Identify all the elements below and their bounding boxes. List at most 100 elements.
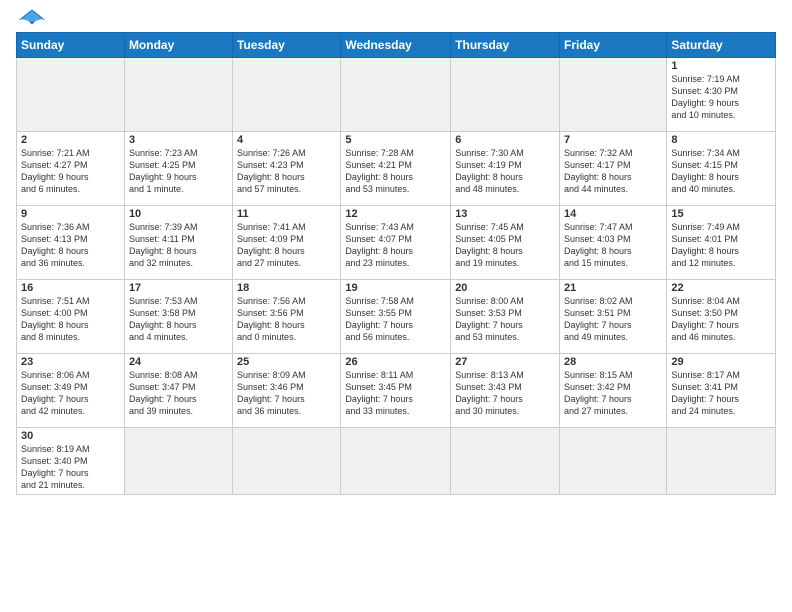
day-info: Sunrise: 7:19 AM Sunset: 4:30 PM Dayligh… [671, 73, 771, 122]
calendar-cell [560, 58, 667, 132]
day-number: 24 [129, 356, 228, 368]
day-number: 14 [564, 208, 662, 220]
day-info: Sunrise: 7:43 AM Sunset: 4:07 PM Dayligh… [345, 221, 446, 270]
calendar-cell: 13Sunrise: 7:45 AM Sunset: 4:05 PM Dayli… [451, 206, 560, 280]
day-number: 16 [21, 282, 120, 294]
day-info: Sunrise: 8:17 AM Sunset: 3:41 PM Dayligh… [671, 369, 771, 418]
day-number: 5 [345, 134, 446, 146]
day-info: Sunrise: 8:15 AM Sunset: 3:42 PM Dayligh… [564, 369, 662, 418]
calendar-cell: 18Sunrise: 7:56 AM Sunset: 3:56 PM Dayli… [233, 280, 341, 354]
day-number: 15 [671, 208, 771, 220]
day-info: Sunrise: 7:47 AM Sunset: 4:03 PM Dayligh… [564, 221, 662, 270]
day-number: 19 [345, 282, 446, 294]
day-info: Sunrise: 8:11 AM Sunset: 3:45 PM Dayligh… [345, 369, 446, 418]
calendar-cell: 3Sunrise: 7:23 AM Sunset: 4:25 PM Daylig… [124, 132, 232, 206]
calendar-cell: 6Sunrise: 7:30 AM Sunset: 4:19 PM Daylig… [451, 132, 560, 206]
weekday-header-friday: Friday [560, 33, 667, 58]
day-info: Sunrise: 7:45 AM Sunset: 4:05 PM Dayligh… [455, 221, 555, 270]
day-info: Sunrise: 7:41 AM Sunset: 4:09 PM Dayligh… [237, 221, 336, 270]
day-number: 9 [21, 208, 120, 220]
day-number: 26 [345, 356, 446, 368]
day-number: 20 [455, 282, 555, 294]
weekday-header-wednesday: Wednesday [341, 33, 451, 58]
calendar-header-row: SundayMondayTuesdayWednesdayThursdayFrid… [17, 33, 776, 58]
day-info: Sunrise: 7:49 AM Sunset: 4:01 PM Dayligh… [671, 221, 771, 270]
calendar-cell [17, 58, 125, 132]
calendar-cell: 1Sunrise: 7:19 AM Sunset: 4:30 PM Daylig… [667, 58, 776, 132]
day-info: Sunrise: 7:32 AM Sunset: 4:17 PM Dayligh… [564, 147, 662, 196]
calendar-cell: 19Sunrise: 7:58 AM Sunset: 3:55 PM Dayli… [341, 280, 451, 354]
day-number: 17 [129, 282, 228, 294]
calendar-cell [341, 58, 451, 132]
calendar-cell: 26Sunrise: 8:11 AM Sunset: 3:45 PM Dayli… [341, 354, 451, 428]
day-number: 12 [345, 208, 446, 220]
calendar-cell: 25Sunrise: 8:09 AM Sunset: 3:46 PM Dayli… [233, 354, 341, 428]
calendar-cell: 2Sunrise: 7:21 AM Sunset: 4:27 PM Daylig… [17, 132, 125, 206]
day-info: Sunrise: 7:26 AM Sunset: 4:23 PM Dayligh… [237, 147, 336, 196]
day-number: 21 [564, 282, 662, 294]
calendar-cell: 23Sunrise: 8:06 AM Sunset: 3:49 PM Dayli… [17, 354, 125, 428]
calendar-week-2: 2Sunrise: 7:21 AM Sunset: 4:27 PM Daylig… [17, 132, 776, 206]
day-number: 2 [21, 134, 120, 146]
weekday-header-saturday: Saturday [667, 33, 776, 58]
day-info: Sunrise: 8:04 AM Sunset: 3:50 PM Dayligh… [671, 295, 771, 344]
day-number: 28 [564, 356, 662, 368]
calendar-cell: 5Sunrise: 7:28 AM Sunset: 4:21 PM Daylig… [341, 132, 451, 206]
calendar-cell [233, 58, 341, 132]
day-number: 29 [671, 356, 771, 368]
calendar-cell: 15Sunrise: 7:49 AM Sunset: 4:01 PM Dayli… [667, 206, 776, 280]
calendar-cell [341, 428, 451, 495]
day-number: 13 [455, 208, 555, 220]
calendar-week-6: 30Sunrise: 8:19 AM Sunset: 3:40 PM Dayli… [17, 428, 776, 495]
calendar-cell: 11Sunrise: 7:41 AM Sunset: 4:09 PM Dayli… [233, 206, 341, 280]
day-info: Sunrise: 7:21 AM Sunset: 4:27 PM Dayligh… [21, 147, 120, 196]
day-info: Sunrise: 8:08 AM Sunset: 3:47 PM Dayligh… [129, 369, 228, 418]
day-number: 25 [237, 356, 336, 368]
calendar-cell: 12Sunrise: 7:43 AM Sunset: 4:07 PM Dayli… [341, 206, 451, 280]
day-info: Sunrise: 8:19 AM Sunset: 3:40 PM Dayligh… [21, 443, 120, 492]
calendar-cell [560, 428, 667, 495]
day-number: 27 [455, 356, 555, 368]
calendar-cell: 8Sunrise: 7:34 AM Sunset: 4:15 PM Daylig… [667, 132, 776, 206]
calendar-cell [451, 428, 560, 495]
calendar-cell: 28Sunrise: 8:15 AM Sunset: 3:42 PM Dayli… [560, 354, 667, 428]
calendar-cell: 20Sunrise: 8:00 AM Sunset: 3:53 PM Dayli… [451, 280, 560, 354]
page: SundayMondayTuesdayWednesdayThursdayFrid… [0, 0, 792, 612]
day-number: 6 [455, 134, 555, 146]
day-number: 4 [237, 134, 336, 146]
day-info: Sunrise: 7:56 AM Sunset: 3:56 PM Dayligh… [237, 295, 336, 344]
calendar-table: SundayMondayTuesdayWednesdayThursdayFrid… [16, 32, 776, 495]
calendar-cell [233, 428, 341, 495]
calendar-week-4: 16Sunrise: 7:51 AM Sunset: 4:00 PM Dayli… [17, 280, 776, 354]
calendar-cell: 10Sunrise: 7:39 AM Sunset: 4:11 PM Dayli… [124, 206, 232, 280]
weekday-header-tuesday: Tuesday [233, 33, 341, 58]
calendar-cell: 22Sunrise: 8:04 AM Sunset: 3:50 PM Dayli… [667, 280, 776, 354]
day-number: 23 [21, 356, 120, 368]
calendar-cell: 29Sunrise: 8:17 AM Sunset: 3:41 PM Dayli… [667, 354, 776, 428]
day-number: 1 [671, 60, 771, 72]
day-info: Sunrise: 7:53 AM Sunset: 3:58 PM Dayligh… [129, 295, 228, 344]
day-info: Sunrise: 7:34 AM Sunset: 4:15 PM Dayligh… [671, 147, 771, 196]
calendar-cell: 14Sunrise: 7:47 AM Sunset: 4:03 PM Dayli… [560, 206, 667, 280]
calendar-cell: 30Sunrise: 8:19 AM Sunset: 3:40 PM Dayli… [17, 428, 125, 495]
day-number: 30 [21, 430, 120, 442]
day-info: Sunrise: 7:28 AM Sunset: 4:21 PM Dayligh… [345, 147, 446, 196]
calendar-cell [124, 58, 232, 132]
calendar-cell [124, 428, 232, 495]
calendar-cell: 21Sunrise: 8:02 AM Sunset: 3:51 PM Dayli… [560, 280, 667, 354]
calendar-cell: 9Sunrise: 7:36 AM Sunset: 4:13 PM Daylig… [17, 206, 125, 280]
calendar-cell: 17Sunrise: 7:53 AM Sunset: 3:58 PM Dayli… [124, 280, 232, 354]
day-number: 10 [129, 208, 228, 220]
calendar-cell: 4Sunrise: 7:26 AM Sunset: 4:23 PM Daylig… [233, 132, 341, 206]
calendar-week-1: 1Sunrise: 7:19 AM Sunset: 4:30 PM Daylig… [17, 58, 776, 132]
day-number: 18 [237, 282, 336, 294]
weekday-header-thursday: Thursday [451, 33, 560, 58]
day-info: Sunrise: 7:58 AM Sunset: 3:55 PM Dayligh… [345, 295, 446, 344]
day-info: Sunrise: 7:51 AM Sunset: 4:00 PM Dayligh… [21, 295, 120, 344]
day-info: Sunrise: 8:02 AM Sunset: 3:51 PM Dayligh… [564, 295, 662, 344]
day-number: 8 [671, 134, 771, 146]
day-info: Sunrise: 8:13 AM Sunset: 3:43 PM Dayligh… [455, 369, 555, 418]
day-number: 3 [129, 134, 228, 146]
day-info: Sunrise: 7:30 AM Sunset: 4:19 PM Dayligh… [455, 147, 555, 196]
day-info: Sunrise: 8:00 AM Sunset: 3:53 PM Dayligh… [455, 295, 555, 344]
